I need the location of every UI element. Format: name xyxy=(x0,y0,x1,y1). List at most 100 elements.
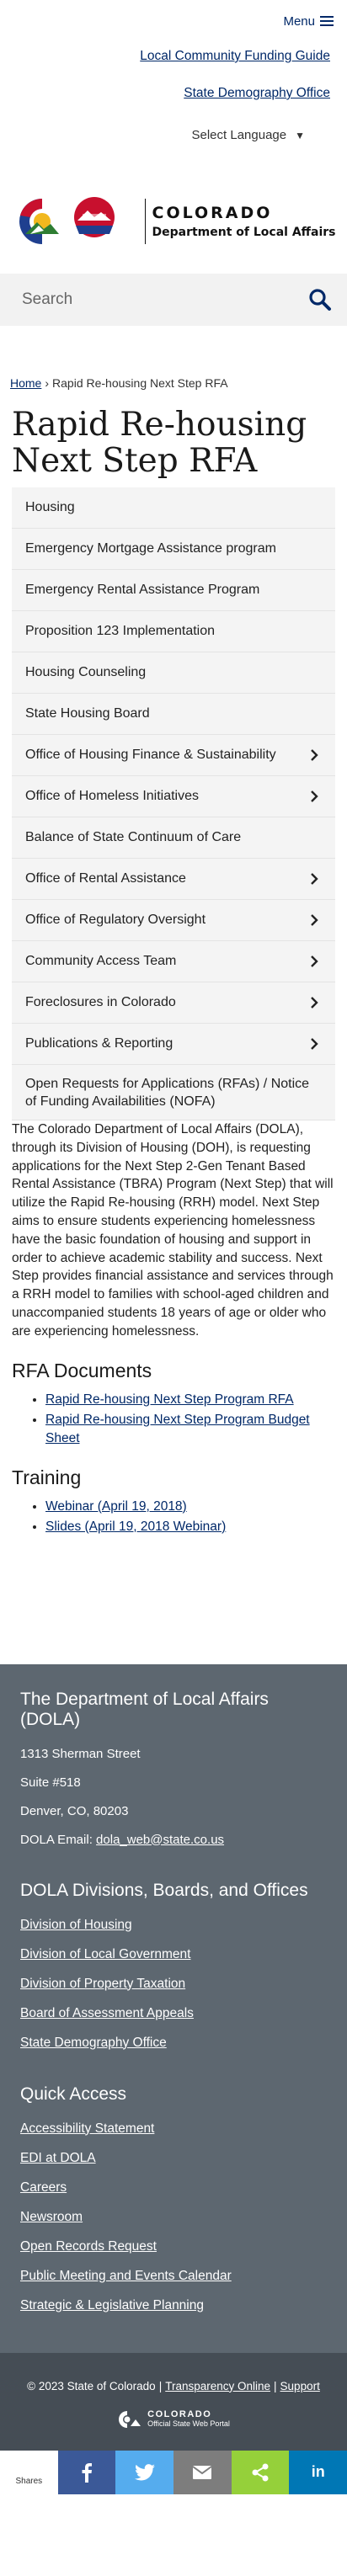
footer-link[interactable]: Open Records Request xyxy=(20,2239,157,2254)
chevron-right-icon[interactable] xyxy=(310,749,318,761)
chevron-right-icon[interactable] xyxy=(310,873,318,885)
facebook-share-button[interactable] xyxy=(57,2450,116,2494)
sidenav-item-label: Balance of State Continuum of Care xyxy=(25,830,242,844)
sidenav-item[interactable]: Office of Regulatory Oversight xyxy=(12,900,335,941)
colorado-c-icon xyxy=(119,2410,141,2428)
list-item: Division of Property Taxation xyxy=(20,1977,327,1992)
footer-email: DOLA Email: dola_web@state.co.us xyxy=(20,1833,327,1847)
breadcrumb-home-link[interactable]: Home xyxy=(10,376,41,390)
sidenav-item[interactable]: Publications & Reporting xyxy=(12,1024,335,1065)
list-item: Open Records Request xyxy=(20,2239,327,2254)
breadcrumb-separator: › xyxy=(45,376,50,390)
footer-link[interactable]: EDI at DOLA xyxy=(20,2151,96,2165)
list-item: EDI at DOLA xyxy=(20,2151,327,2166)
sidenav-item[interactable]: Emergency Mortgage Assistance program xyxy=(12,529,335,570)
footer-link[interactable]: Board of Assessment Appeals xyxy=(20,2006,194,2020)
email-link[interactable]: dola_web@state.co.us xyxy=(96,1833,224,1847)
sidenav-item-label: Office of Regulatory Oversight xyxy=(25,913,206,927)
footer-link[interactable]: Strategic & Legislative Planning xyxy=(20,2298,204,2313)
twitter-share-button[interactable] xyxy=(115,2450,174,2494)
sidenav-item[interactable]: Emergency Rental Assistance Program xyxy=(12,570,335,611)
search-icon[interactable] xyxy=(308,288,332,311)
footer-link[interactable]: Newsroom xyxy=(20,2210,83,2224)
language-select[interactable]: Select Language ▼ xyxy=(192,128,306,142)
chevron-right-icon[interactable] xyxy=(310,955,318,967)
sidenav-item[interactable]: Proposition 123 Implementation xyxy=(12,611,335,652)
chevron-right-icon[interactable] xyxy=(310,790,318,802)
sidenav-item[interactable]: Office of Homeless Initiatives xyxy=(12,776,335,817)
sidenav-item[interactable]: Housing Counseling xyxy=(12,652,335,694)
rfa-documents-heading: RFA Documents xyxy=(12,1359,152,1381)
share-count-label: Shares xyxy=(15,2476,43,2486)
sidenav-item[interactable]: Foreclosures in Colorado xyxy=(12,982,335,1024)
hamburger-icon xyxy=(320,13,334,29)
sidenav-item-label: Housing xyxy=(25,500,75,514)
budget-sheet-link[interactable]: Rapid Re-housing Next Step Program Budge… xyxy=(45,1413,310,1445)
address-line: Denver, CO, 80203 xyxy=(20,1803,129,1818)
email-label: DOLA Email: xyxy=(20,1832,93,1847)
footer-link[interactable]: Division of Property Taxation xyxy=(20,1977,185,1991)
search-input[interactable] xyxy=(22,290,275,309)
generic-share-button[interactable] xyxy=(231,2450,290,2494)
sidenav-item[interactable]: Open Requests for Applications (RFAs) / … xyxy=(12,1065,335,1120)
footer-link[interactable]: Division of Local Government xyxy=(20,1947,190,1961)
footer-link[interactable]: Careers xyxy=(20,2180,67,2195)
address-line: 1313 Sherman Street xyxy=(20,1746,141,1761)
support-link[interactable]: Support xyxy=(280,2380,320,2392)
sidenav-item-label: Publications & Reporting xyxy=(25,1036,174,1051)
footer-address: 1313 Sherman Street Suite #518 Denver, C… xyxy=(20,1747,327,1847)
sidenav-item[interactable]: Office of Housing Finance & Sustainabili… xyxy=(12,735,335,776)
sidenav-item-label: Open Requests for Applications (RFAs) / … xyxy=(25,1076,310,1109)
linkedin-share-button[interactable]: in xyxy=(289,2450,347,2494)
breadcrumb-current: Rapid Re-housing Next Step RFA xyxy=(52,376,228,390)
list-item: Public Meeting and Events Calendar xyxy=(20,2269,327,2284)
colorado-portal-logo[interactable]: COLORADO Official State Web Portal xyxy=(0,2409,347,2430)
language-label: Select Language xyxy=(191,128,287,142)
sidenav-item[interactable]: Housing xyxy=(12,487,335,529)
share-bar: 12 Shares in xyxy=(0,2450,347,2494)
quick-access-list: Accessibility Statement EDI at DOLA Career… xyxy=(20,2121,327,2313)
sidenav-item[interactable]: Office of Rental Assistance xyxy=(12,859,335,900)
list-item: State Demography Office xyxy=(20,2036,327,2051)
chevron-right-icon[interactable] xyxy=(310,1038,318,1050)
chevron-right-icon[interactable] xyxy=(310,997,318,1009)
list-item: Slides (April 19, 2018 Webinar) xyxy=(45,1518,347,1536)
slides-link[interactable]: Slides (April 19, 2018 Webinar) xyxy=(45,1520,226,1534)
sidenav-item-label: Office of Housing Finance & Sustainabili… xyxy=(25,748,276,762)
list-item: Strategic & Legislative Planning xyxy=(20,2298,327,2313)
sidenav-item[interactable]: State Housing Board xyxy=(12,694,335,735)
section-navigation: Housing Emergency Mortgage Assistance pro… xyxy=(12,487,335,1120)
intro-paragraph: The Colorado Department of Local Affairs… xyxy=(12,1122,334,1339)
portal-wordmark: COLORADO Official State Web Portal xyxy=(147,2409,230,2429)
footer-link[interactable]: Accessibility Statement xyxy=(20,2121,154,2136)
chevron-right-icon[interactable] xyxy=(310,914,318,926)
footer-quick-heading: Quick Access xyxy=(20,2084,127,2104)
transparency-online-link[interactable]: Transparency Online xyxy=(165,2380,270,2392)
state-demography-office-link[interactable]: State Demography Office xyxy=(184,86,330,101)
breadcrumb: Home › Rapid Re-housing Next Step RFA xyxy=(0,376,347,390)
sidenav-item-label: Office of Homeless Initiatives xyxy=(25,789,200,803)
page-title-line1: Rapid Re-housing xyxy=(12,406,307,444)
sidenav-item-label: Proposition 123 Implementation xyxy=(25,624,216,638)
local-community-funding-guide-link[interactable]: Local Community Funding Guide xyxy=(140,49,330,64)
footer-link[interactable]: Public Meeting and Events Calendar xyxy=(20,2269,232,2283)
logo-department-name: Department of Local Affairs xyxy=(152,225,336,239)
sidenav-item-label: Office of Rental Assistance xyxy=(25,871,186,886)
footer-divisions: DOLA Divisions, Boards, and Offices Divi… xyxy=(20,1881,327,2051)
sidenav-item-label: Foreclosures in Colorado xyxy=(25,995,176,1009)
page-title-line2: Next Step RFA xyxy=(12,442,258,480)
envelope-icon xyxy=(192,2465,212,2479)
menu-button[interactable]: Menu xyxy=(283,13,334,29)
email-share-button[interactable] xyxy=(174,2450,232,2494)
footer-link[interactable]: Division of Housing xyxy=(20,1918,132,1932)
webinar-link[interactable]: Webinar (April 19, 2018) xyxy=(45,1499,187,1514)
rfa-documents-list: Rapid Re-housing Next Step Program RFA R… xyxy=(45,1391,347,1448)
sidenav-item[interactable]: Community Access Team xyxy=(12,941,335,982)
rfa-document-link[interactable]: Rapid Re-housing Next Step Program RFA xyxy=(45,1392,294,1407)
site-logo[interactable]: COLORADO Department of Local Affairs xyxy=(0,168,347,274)
logo-wordmark: COLORADO Department of Local Affairs xyxy=(152,204,336,239)
sidenav-item-label: Community Access Team xyxy=(25,954,177,968)
sidenav-item[interactable]: Balance of State Continuum of Care xyxy=(12,817,335,859)
footer-link[interactable]: State Demography Office xyxy=(20,2036,167,2050)
address-line: Suite #518 xyxy=(20,1775,81,1790)
